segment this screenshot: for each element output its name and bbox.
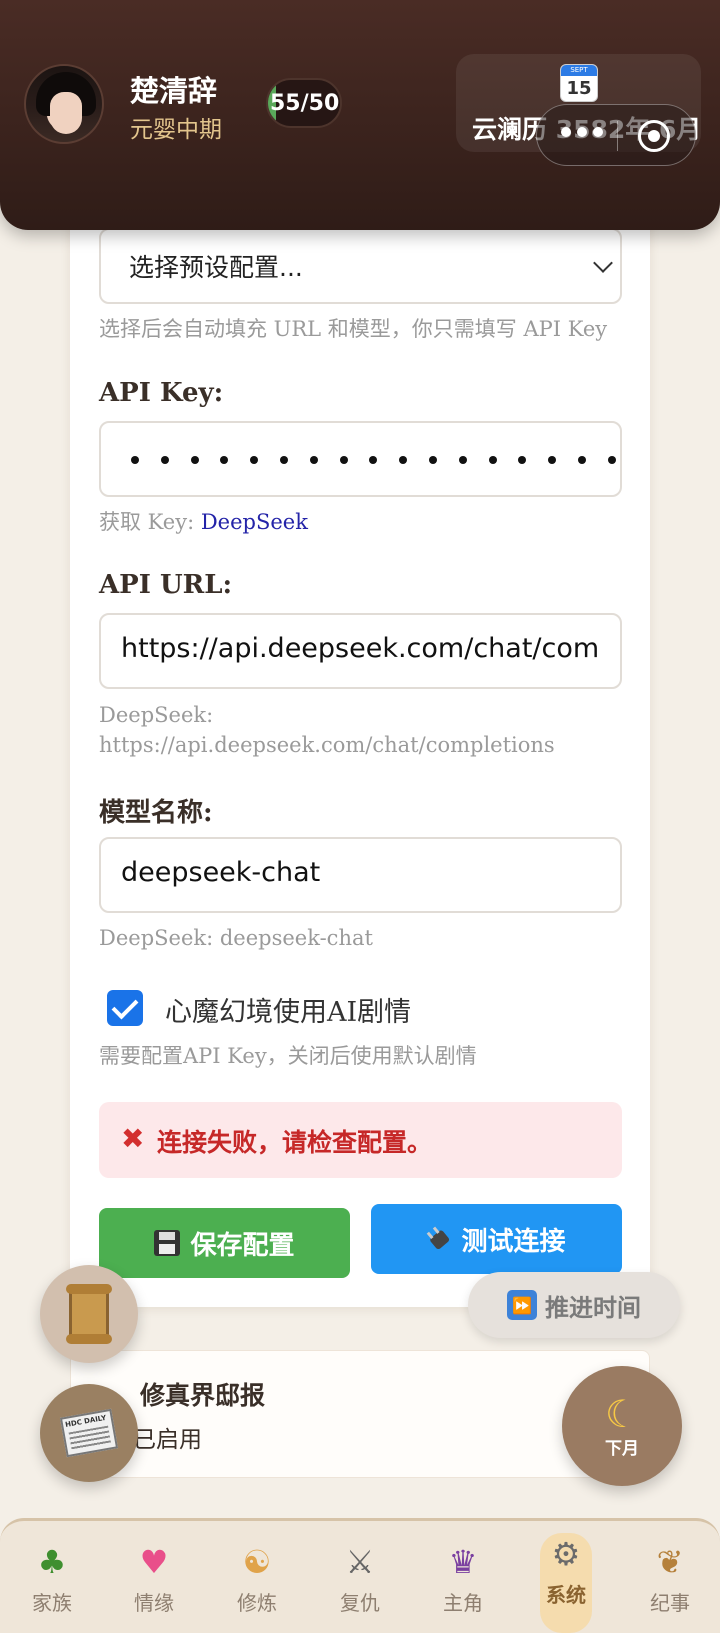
more-icon[interactable] bbox=[561, 127, 603, 137]
test-connection-label: 测试连接 bbox=[461, 1226, 566, 1257]
scroll-icon bbox=[66, 1284, 112, 1344]
hp-text: 55/500 bbox=[270, 91, 340, 116]
newspaper-icon bbox=[59, 1408, 119, 1458]
mage-icon: ♛ bbox=[448, 1543, 478, 1581]
top-header: 楚清辞 元婴中期 55/500 SEPT 15 云澜历 3582年 6月 bbox=[0, 0, 720, 230]
nav-item-chronicle[interactable]: ❦ 纪事 bbox=[630, 1541, 710, 1631]
api-url-hint-line2: https://api.deepseek.com/chat/completion… bbox=[99, 733, 555, 757]
preset-select[interactable]: 选择预设配置... bbox=[99, 228, 622, 304]
model-hint: DeepSeek: deepseek-chat bbox=[99, 926, 373, 950]
nav-item-family[interactable]: ♣ 家族 bbox=[12, 1541, 92, 1631]
chronicle-scroll-button[interactable] bbox=[40, 1265, 138, 1363]
model-input[interactable]: deepseek-chat bbox=[99, 837, 622, 913]
nav-item-romance[interactable]: ♥ 情缘 bbox=[114, 1541, 194, 1631]
capsule-divider bbox=[617, 121, 618, 151]
api-url-label: API URL: bbox=[99, 570, 233, 600]
calendar-icon-month: SEPT bbox=[561, 65, 597, 76]
deepseek-link[interactable]: DeepSeek bbox=[201, 510, 308, 534]
hp-bar: 55/500 bbox=[266, 78, 342, 128]
nav-item-protagonist[interactable]: ♛ 主角 bbox=[423, 1541, 503, 1631]
advance-time-button[interactable]: ⏩ 推进时间 bbox=[468, 1272, 680, 1338]
api-key-label: API Key: bbox=[99, 378, 224, 408]
ai-story-hint: 需要配置API Key，关闭后使用默认剧情 bbox=[99, 1044, 477, 1068]
nav-item-system[interactable]: ⚙ 系统 bbox=[540, 1533, 592, 1633]
character-realm: 元婴中期 bbox=[130, 117, 222, 143]
nav-label: 系统 bbox=[546, 1583, 586, 1607]
calendar-icon: SEPT 15 bbox=[560, 64, 598, 102]
save-config-button[interactable]: 保存配置 bbox=[99, 1208, 350, 1278]
newspaper-title: 修真界邸报 bbox=[140, 1381, 266, 1410]
api-url-input[interactable]: https://api.deepseek.com/chat/completion… bbox=[99, 613, 622, 689]
bottom-nav: ♣ 家族 ♥ 情缘 ☯ 修炼 ⚔ 复仇 ♛ 主角 ⚙ 系统 ❦ 纪事 bbox=[0, 1518, 720, 1633]
next-month-label: 下月 bbox=[605, 1438, 639, 1459]
preset-hint: 选择后会自动填充 URL 和模型，你只需填写 API Key bbox=[99, 317, 608, 341]
chevron-down-icon bbox=[593, 253, 613, 273]
api-key-hint: 获取 Key: DeepSeek bbox=[99, 507, 308, 537]
heart-icon: ♥ bbox=[139, 1543, 169, 1581]
api-key-masked-value bbox=[131, 456, 616, 464]
nav-label: 修炼 bbox=[237, 1591, 277, 1615]
nav-label: 主角 bbox=[443, 1591, 483, 1615]
api-key-hint-prefix: 获取 Key: bbox=[99, 510, 201, 534]
tree-icon: ♣ bbox=[37, 1543, 67, 1581]
nav-label: 家族 bbox=[32, 1591, 72, 1615]
avatar-face bbox=[50, 92, 82, 134]
scroll-icon: ❦ bbox=[656, 1543, 684, 1581]
character-name: 楚清辞 bbox=[130, 74, 218, 108]
advance-time-label: 推进时间 bbox=[545, 1293, 641, 1322]
test-connection-button[interactable]: 测试连接 bbox=[371, 1204, 622, 1274]
character-avatar[interactable] bbox=[24, 64, 104, 144]
plug-icon bbox=[423, 1222, 457, 1256]
ai-story-checkbox[interactable] bbox=[107, 990, 143, 1026]
nav-label: 纪事 bbox=[650, 1591, 690, 1615]
nav-item-cultivation[interactable]: ☯ 修炼 bbox=[217, 1541, 297, 1631]
api-url-hint-line1: DeepSeek: bbox=[99, 703, 214, 727]
gear-icon: ⚙ bbox=[551, 1535, 581, 1573]
error-x-icon: ✖ bbox=[121, 1122, 145, 1155]
nav-item-revenge[interactable]: ⚔ 复仇 bbox=[320, 1541, 400, 1631]
nav-label: 情缘 bbox=[134, 1591, 174, 1615]
preset-select-value: 选择预设配置... bbox=[129, 253, 303, 282]
moon-icon: ☾ bbox=[604, 1391, 640, 1436]
floppy-disk-icon bbox=[154, 1230, 181, 1256]
swords-icon: ⚔ bbox=[345, 1543, 375, 1581]
newspaper-button[interactable] bbox=[40, 1384, 138, 1482]
connection-error-alert: ✖ 连接失败，请检查配置。 bbox=[99, 1102, 622, 1178]
model-value: deepseek-chat bbox=[121, 857, 321, 888]
ai-story-checkbox-label[interactable]: 心魔幻境使用AI剧情 bbox=[165, 990, 411, 1029]
next-month-button[interactable]: ☾ 下月 bbox=[562, 1366, 682, 1486]
calendar-icon-day: 15 bbox=[566, 78, 592, 99]
close-target-icon[interactable] bbox=[638, 120, 670, 152]
save-config-label: 保存配置 bbox=[190, 1230, 295, 1261]
model-label: 模型名称: bbox=[99, 798, 213, 828]
meditation-icon: ☯ bbox=[242, 1543, 272, 1581]
miniprogram-capsule bbox=[536, 104, 696, 166]
api-url-value: https://api.deepseek.com/chat/completion… bbox=[121, 633, 600, 664]
fast-forward-icon: ⏩ bbox=[507, 1290, 537, 1320]
api-key-input[interactable] bbox=[99, 421, 622, 497]
nav-label: 复仇 bbox=[340, 1591, 380, 1615]
error-message: 连接失败，请检查配置。 bbox=[157, 1128, 433, 1157]
